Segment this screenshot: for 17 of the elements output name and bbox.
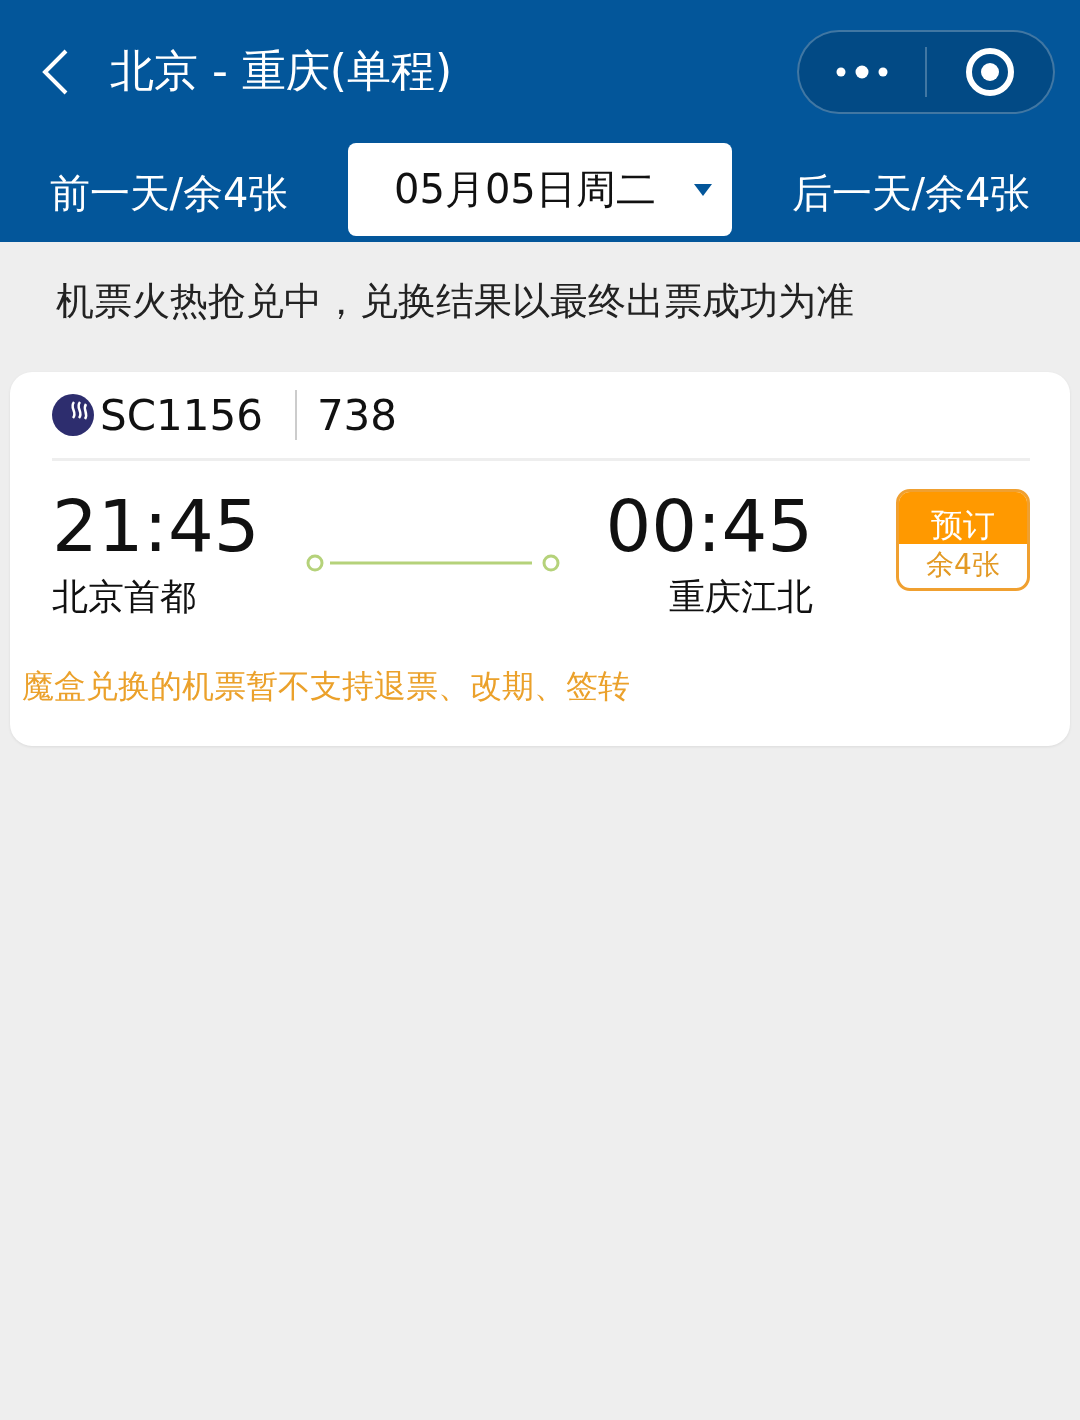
aircraft-type: 738 [316,390,398,440]
airline-logo-icon [52,394,94,436]
departure-time: 21:45 [52,485,260,567]
arrival-airport: 重庆江北 [669,575,813,619]
flight-number: SC1156 [100,390,263,440]
date-picker[interactable]: 05月05日周二 [348,143,732,236]
notice-text: 机票火热抢兑中，兑换结果以最终出票成功为准 [56,279,854,323]
page-title: 北京 - 重庆(单程) [110,44,454,98]
dropdown-caret-icon [694,183,712,196]
arrival-time: 00:45 [605,485,813,567]
more-icon[interactable] [836,64,888,79]
departure-airport: 北京首都 [52,575,197,619]
route-line-icon [305,553,560,573]
ticket-policy-note: 魔盒兑换的机票暂不支持退票、改期、签转 [22,666,631,707]
next-day-button[interactable]: 后一天/余4张 [742,143,1080,236]
previous-day-button[interactable]: 前一天/余4张 [0,143,338,236]
close-icon[interactable] [965,46,1015,97]
